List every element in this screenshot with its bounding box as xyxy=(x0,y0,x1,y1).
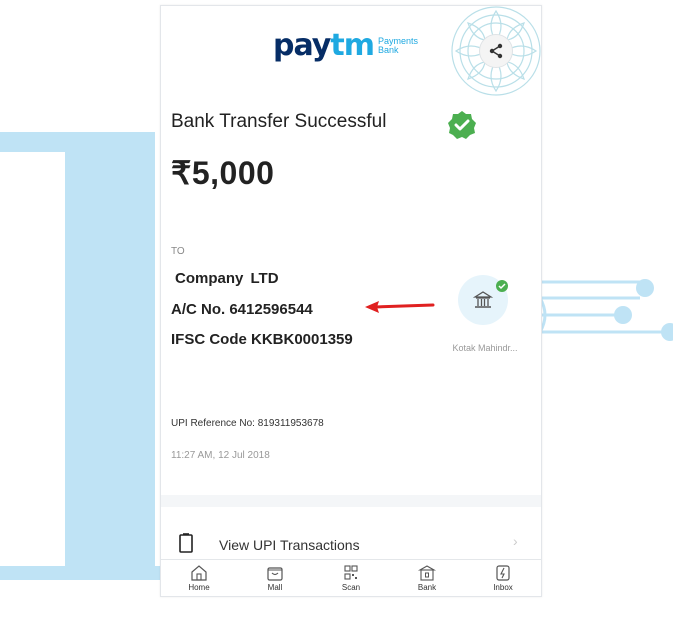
nav-label-bank: Bank xyxy=(417,583,437,592)
bank-name: Kotak Mahindr... xyxy=(452,343,518,353)
nav-item-home[interactable]: Home xyxy=(161,560,237,596)
bank-icon xyxy=(417,565,437,581)
recipient-name: Company LTD xyxy=(175,270,279,287)
nav-item-scan[interactable]: Scan xyxy=(313,560,389,596)
share-icon xyxy=(489,43,503,59)
receipt-header: paytm Payments Bank xyxy=(161,6,541,96)
decorative-letter-i-bottom xyxy=(0,566,160,580)
verified-tick-icon xyxy=(496,280,508,292)
share-button[interactable] xyxy=(479,34,513,68)
nav-label-inbox: Inbox xyxy=(493,583,513,592)
nav-item-bank[interactable]: Bank xyxy=(389,560,465,596)
transfer-status-title: Bank Transfer Successful xyxy=(171,111,387,132)
view-upi-transactions-label: View UPI Transactions xyxy=(219,537,360,553)
upi-reference-number: UPI Reference No: 819311953678 xyxy=(171,418,324,429)
nav-label-mall: Mall xyxy=(267,583,283,592)
scan-icon xyxy=(344,565,358,580)
logo-text-tm: tm xyxy=(330,28,375,63)
view-upi-transactions-row[interactable]: View UPI Transactions › xyxy=(161,529,541,559)
nav-item-inbox[interactable]: Inbox xyxy=(465,560,541,596)
transfer-amount: ₹5,000 xyxy=(171,155,275,191)
logo-text-pay: pay xyxy=(273,28,331,63)
to-label: TO xyxy=(171,246,185,257)
logo-subtext-bank: Bank xyxy=(377,44,399,55)
mall-icon xyxy=(267,567,283,581)
transaction-receipt-screen: paytm Payments Bank Bank Transfer Succes… xyxy=(160,5,542,597)
success-check-icon xyxy=(448,111,476,139)
decorative-letter-i-stem xyxy=(65,132,155,566)
inbox-icon xyxy=(496,565,510,581)
bank-building-icon xyxy=(473,291,493,308)
red-arrow-annotation-icon xyxy=(365,301,435,313)
nav-item-mall[interactable]: Mall xyxy=(237,560,313,596)
home-icon xyxy=(191,565,207,581)
chevron-right-icon: › xyxy=(513,533,518,549)
paytm-payments-bank-logo: paytm Payments Bank xyxy=(273,28,418,63)
ifsc-code: IFSC Code KKBK0001359 xyxy=(171,331,353,348)
nav-label-scan: Scan xyxy=(341,583,361,592)
transaction-timestamp: 11:27 AM, 12 Jul 2018 xyxy=(171,450,270,461)
section-divider xyxy=(161,495,541,507)
account-number: A/C No. 6412596544 xyxy=(171,301,313,318)
nav-label-home: Home xyxy=(188,583,210,592)
bottom-navigation: Home Mall Scan Bank Inbox xyxy=(161,559,541,596)
phone-icon xyxy=(179,533,193,553)
decorative-circuit-lines xyxy=(530,279,673,341)
